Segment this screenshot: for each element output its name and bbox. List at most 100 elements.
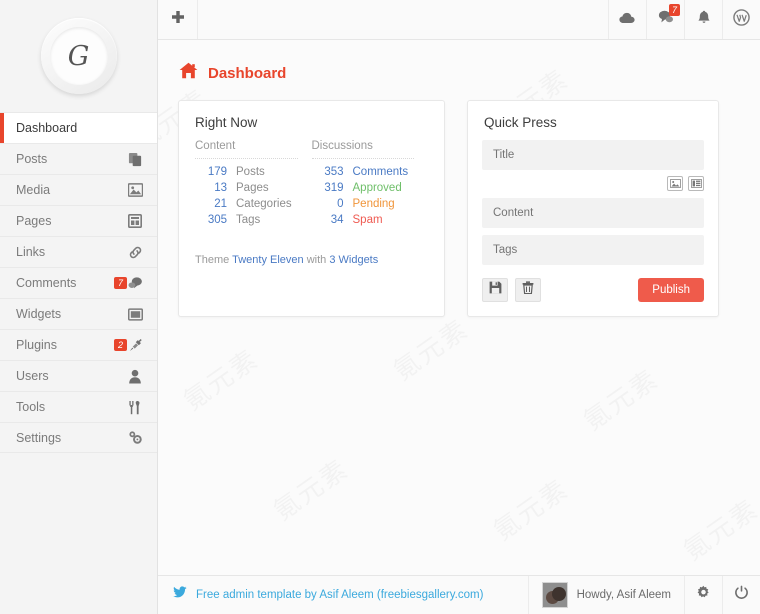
quick-press-content-input[interactable]	[482, 198, 704, 228]
bell-icon	[697, 10, 711, 29]
comments-badge: 7	[668, 4, 680, 16]
cloud-button[interactable]	[608, 0, 646, 39]
row-label: Comments	[352, 166, 409, 178]
sidebar-item-media[interactable]: Media	[0, 174, 157, 205]
power-icon	[734, 585, 749, 605]
sidebar-badge: 2	[113, 338, 127, 352]
gear-icon	[696, 585, 711, 605]
row-label: Posts	[236, 166, 265, 178]
theme-prefix: Theme	[195, 254, 233, 266]
row-label: Tags	[236, 214, 261, 226]
insert-image-icon[interactable]	[667, 176, 683, 191]
footer-credit: Free admin template by Asif Aleem (freeb…	[158, 576, 528, 614]
watermark-text: 氪元素	[175, 339, 265, 417]
home-icon	[179, 62, 198, 84]
comments-button[interactable]: 7	[646, 0, 684, 39]
logout-button[interactable]	[722, 576, 760, 614]
sidebar-item-label: Plugins	[16, 338, 57, 352]
insert-gallery-icon[interactable]	[688, 176, 704, 191]
row-label: Pending	[352, 198, 395, 210]
watermark-text: 氪元素	[385, 309, 475, 387]
sidebar: G Dashboard Posts Media Pages Links Comm…	[0, 0, 158, 614]
table-row[interactable]: 34 Spam	[312, 214, 429, 226]
avatar-face-right	[551, 587, 566, 601]
logo: G	[0, 0, 157, 112]
table-row[interactable]: 13 Pages	[195, 182, 312, 194]
twitter-icon[interactable]	[172, 586, 187, 604]
sidebar-item-users[interactable]: Users	[0, 360, 157, 391]
sidebar-item-label: Media	[16, 183, 51, 197]
dashboard-panels: Right Now Content 179 Posts 13 Pages 21 …	[178, 100, 740, 317]
row-label: Pages	[236, 182, 269, 194]
sidebar-item-label: Links	[16, 245, 46, 259]
row-count: 13	[214, 182, 227, 194]
plugin-icon	[127, 337, 143, 353]
quick-press-tags-input[interactable]	[482, 235, 704, 265]
posts-icon	[127, 151, 143, 167]
sidebar-item-plugins[interactable]: Plugins 2	[0, 329, 157, 360]
watermark-text: 氪元素	[675, 489, 760, 567]
avatar	[541, 582, 568, 608]
sidebar-item-tools[interactable]: Tools	[0, 391, 157, 422]
sidebar-item-label: Pages	[16, 214, 52, 228]
table-row[interactable]: 319 Approved	[312, 182, 429, 194]
wordpress-button[interactable]	[722, 0, 760, 39]
add-new-button[interactable]	[158, 0, 198, 39]
row-count: 179	[207, 166, 227, 178]
right-now-title: Right Now	[195, 115, 258, 130]
notifications-button[interactable]	[684, 0, 722, 39]
sidebar-item-links[interactable]: Links	[0, 236, 157, 267]
table-row[interactable]: 305 Tags	[195, 214, 312, 226]
save-icon	[489, 281, 502, 299]
delete-draft-button[interactable]	[515, 278, 541, 302]
sidebar-item-dashboard[interactable]: Dashboard	[0, 112, 157, 143]
sidebar-item-label: Users	[16, 369, 49, 383]
discussions-heading: Discussions	[311, 140, 415, 159]
theme-info: Theme Twenty Eleven with 3 Widgets	[179, 244, 444, 280]
quick-press-body: Publish	[468, 140, 718, 316]
sidebar-item-widgets[interactable]: Widgets	[0, 298, 157, 329]
theme-middle: with	[303, 254, 330, 266]
sidebar-item-comments[interactable]: Comments 7	[0, 267, 157, 298]
field-gap	[482, 228, 704, 235]
publish-button[interactable]: Publish	[638, 278, 704, 302]
table-row[interactable]: 21 Categories	[195, 198, 312, 210]
media-icon	[127, 182, 143, 198]
table-row[interactable]: 179 Posts	[195, 166, 312, 178]
row-count: 353	[324, 166, 344, 178]
sidebar-badge: 7	[113, 276, 127, 290]
user-greeting: Howdy, Asif Aleem	[576, 589, 671, 601]
credit-link[interactable]: Free admin template by Asif Aleem (freeb…	[196, 589, 483, 601]
logo-inner-circle: G	[49, 27, 108, 85]
settings-button[interactable]	[684, 576, 722, 614]
watermark-text: 氪元素	[575, 359, 665, 437]
user-icon	[127, 368, 143, 384]
quick-press-title-input[interactable]	[482, 140, 704, 170]
save-draft-button[interactable]	[482, 278, 508, 302]
widgets-link[interactable]: 3 Widgets	[329, 254, 378, 266]
sidebar-item-posts[interactable]: Posts	[0, 143, 157, 174]
sidebar-nav: Dashboard Posts Media Pages Links Commen…	[0, 112, 157, 453]
sidebar-item-label: Widgets	[16, 307, 62, 321]
sidebar-item-label: Dashboard	[16, 121, 78, 135]
link-icon	[127, 244, 143, 260]
footer: Free admin template by Asif Aleem (freeb…	[158, 575, 760, 614]
quick-press-title: Quick Press	[484, 115, 557, 130]
table-row[interactable]: 353 Comments	[312, 166, 429, 178]
widget-icon	[127, 306, 143, 322]
row-count: 21	[214, 198, 227, 210]
sidebar-item-pages[interactable]: Pages	[0, 205, 157, 236]
user-menu[interactable]: Howdy, Asif Aleem	[527, 576, 684, 614]
settings-icon	[127, 430, 143, 446]
media-buttons	[482, 170, 704, 198]
sidebar-item-settings[interactable]: Settings	[0, 422, 157, 453]
comment-icon	[127, 275, 143, 291]
row-label: Categories	[236, 198, 292, 210]
table-row[interactable]: 0 Pending	[312, 198, 429, 210]
sidebar-item-label: Comments	[16, 276, 77, 290]
right-now-body: Content 179 Posts 13 Pages 21 Categories…	[179, 140, 444, 242]
admin-dashboard: G Dashboard Posts Media Pages Links Comm…	[0, 0, 760, 614]
theme-link[interactable]: Twenty Eleven	[232, 254, 304, 266]
sidebar-item-label: Settings	[16, 430, 62, 445]
